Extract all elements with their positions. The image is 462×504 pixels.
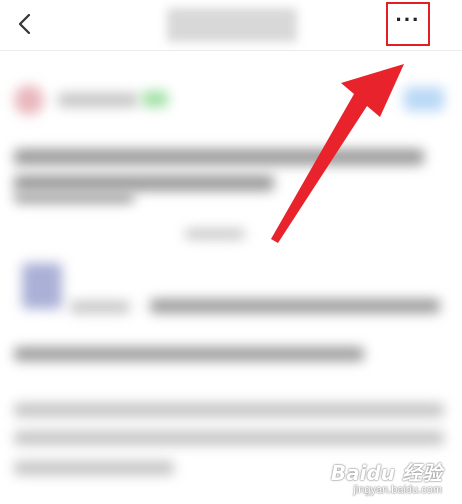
author-avatar [14,85,44,115]
baidu-logo-watermark: Baidu 经验 [330,461,442,485]
inline-image [22,263,62,309]
body-text-line [70,301,130,313]
body-text-line [14,347,364,361]
article-content-blurred [0,51,462,504]
page-title-blurred [167,8,297,42]
watermark: Baidu 经验 jingyan.baidu.com [331,457,442,496]
headline-line [14,193,134,203]
headline-line [14,175,274,191]
more-options-button[interactable]: ··· [386,2,430,46]
body-text-line [14,431,444,445]
chevron-left-icon [18,13,31,35]
author-name [58,93,138,107]
back-icon[interactable] [10,10,38,38]
divider-text [185,229,245,239]
body-text-line [150,299,440,313]
follow-button [404,87,444,111]
more-icon: ··· [395,7,421,32]
body-text-line [14,403,444,417]
author-badge [142,91,168,107]
headline-line [14,149,424,165]
top-nav-bar: ··· [0,0,462,51]
body-text-line [14,461,174,475]
